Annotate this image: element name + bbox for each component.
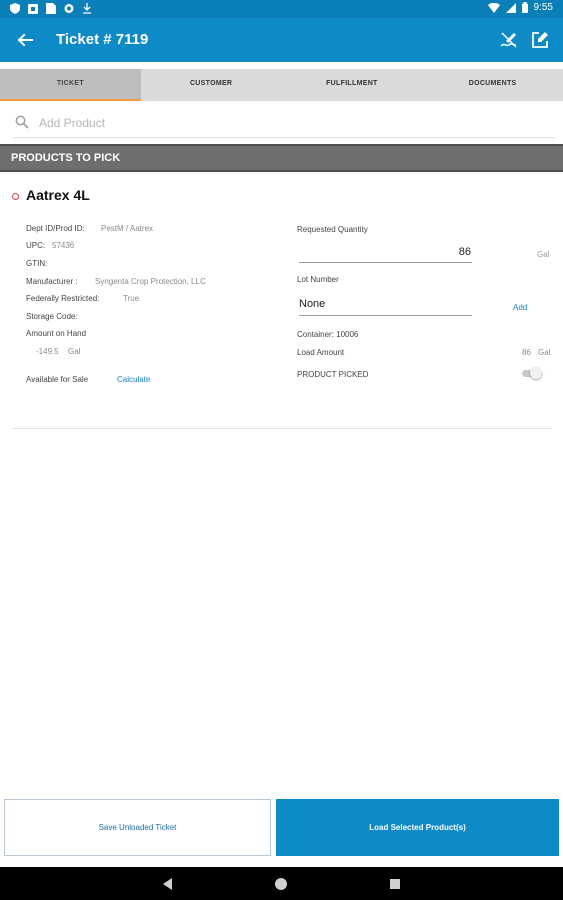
- tab-ticket[interactable]: TICKET: [0, 69, 141, 101]
- restricted-label: Federally Restricted:: [26, 294, 100, 303]
- download-icon: [83, 3, 91, 14]
- search-icon: [15, 115, 29, 129]
- upc-value: 57436: [52, 241, 75, 250]
- globe-icon: [64, 4, 74, 13]
- manufacturer-label: Manufacturer :: [26, 277, 78, 286]
- load-amount-unit: Gal: [538, 348, 551, 357]
- edit-icon[interactable]: [529, 29, 551, 51]
- requested-quantity-underline: [299, 262, 472, 263]
- product-picked-label: PRODUCT PICKED: [297, 370, 369, 379]
- system-nav-bar: [0, 867, 563, 900]
- amount-on-hand-unit: Gal: [68, 347, 81, 356]
- product-status-indicator-icon: [12, 193, 19, 200]
- requested-quantity-unit: Gal: [537, 250, 550, 259]
- nav-back-icon[interactable]: [159, 875, 177, 893]
- load-selected-products-button[interactable]: Load Selected Product(s): [276, 799, 559, 856]
- product-name: Aatrex 4L: [26, 187, 90, 203]
- nav-home-icon[interactable]: [272, 875, 290, 893]
- requested-quantity-input[interactable]: 86: [459, 246, 471, 258]
- add-product-search: [12, 110, 556, 138]
- sim-card-icon: [46, 3, 56, 14]
- app-screen: 9:55 Ticket # 7119 TICKET CUSTOMER FULFI…: [0, 0, 563, 900]
- requested-quantity-label: Requested Quantity: [297, 225, 368, 234]
- dept-label: Dept ID/Prod ID:: [26, 224, 85, 233]
- tab-customer[interactable]: CUSTOMER: [141, 69, 282, 101]
- product-picked-toggle[interactable]: [520, 367, 544, 379]
- product-divider: [12, 428, 552, 429]
- available-for-sale-label: Available for Sale: [26, 375, 89, 384]
- lot-number-input[interactable]: None: [299, 298, 472, 316]
- toggle-knob: [530, 367, 542, 379]
- gtin-label: GTIN:: [26, 259, 48, 268]
- back-arrow-icon[interactable]: [14, 29, 36, 51]
- nav-recents-icon[interactable]: [386, 875, 404, 893]
- lot-number-label: Lot Number: [297, 275, 339, 284]
- amount-on-hand-label: Amount on Hand: [26, 329, 87, 338]
- manufacturer-value: Syngenta Crop Protection, LLC: [95, 277, 206, 286]
- clock: 9:55: [533, 2, 553, 13]
- storage-code-label: Storage Code:: [26, 312, 78, 321]
- add-product-input[interactable]: [39, 113, 539, 133]
- tab-bar: TICKET CUSTOMER FULFILLMENT DOCUMENTS: [0, 69, 563, 101]
- upc-label: UPC:: [26, 241, 46, 250]
- battery-icon: [521, 2, 528, 13]
- wifi-icon: [487, 2, 500, 13]
- add-lot-link[interactable]: Add: [513, 303, 527, 312]
- section-header: PRODUCTS TO PICK: [0, 144, 563, 172]
- calendar-icon: [28, 4, 38, 14]
- signature-pen-icon[interactable]: [497, 29, 519, 51]
- amount-on-hand-value: -149.5: [36, 347, 59, 356]
- tab-fulfillment[interactable]: FULFILLMENT: [282, 69, 423, 101]
- app-bar: Ticket # 7119: [0, 18, 563, 62]
- signal-icon: [505, 2, 516, 13]
- container-label: Container: 10006: [297, 330, 359, 339]
- load-amount-label: Load Amount: [297, 348, 345, 357]
- shield-icon: [10, 3, 20, 14]
- page-title: Ticket # 7119: [56, 31, 149, 48]
- status-bar: 9:55: [0, 0, 563, 18]
- system-indicators: 9:55: [487, 2, 553, 13]
- calculate-link[interactable]: Calculate: [117, 375, 150, 384]
- notification-icons: [10, 3, 92, 14]
- section-title: PRODUCTS TO PICK: [11, 152, 121, 164]
- dept-value: PestM / Aatrex: [101, 224, 154, 233]
- restricted-value: True: [123, 294, 140, 303]
- save-unloaded-ticket-button[interactable]: Save Unloaded Ticket: [4, 799, 271, 856]
- load-amount-value: 86: [522, 348, 531, 357]
- tab-documents[interactable]: DOCUMENTS: [422, 69, 563, 101]
